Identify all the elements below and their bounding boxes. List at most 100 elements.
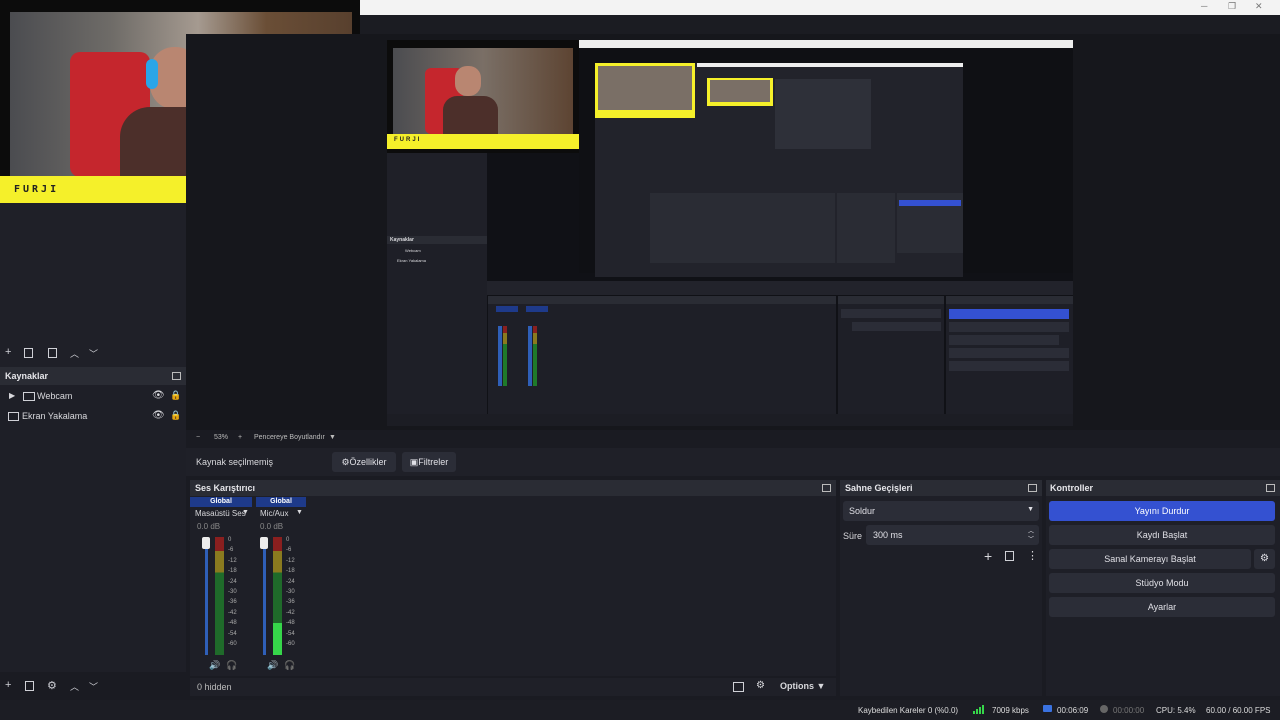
nested-transitions — [838, 296, 944, 414]
move-scene-up-button[interactable]: ︿ — [70, 347, 79, 360]
fps: 60.00 / 60.00 FPS — [1206, 706, 1271, 715]
source-item[interactable]: ▶ Webcam 👁 🔒 — [0, 388, 186, 404]
nested-controls — [946, 296, 1073, 414]
zoom-out-button[interactable]: − — [196, 434, 200, 441]
nested-source-label: Webcam — [405, 248, 421, 253]
speaker-icon[interactable]: 🔊 — [267, 660, 278, 671]
signal-icon — [973, 704, 984, 714]
zoom-in-button[interactable]: + — [238, 434, 242, 441]
undock-icon[interactable] — [822, 484, 831, 492]
volume-slider-track[interactable] — [263, 537, 266, 655]
scale-tick: 0 — [286, 537, 290, 543]
add-scene-button[interactable]: + — [5, 346, 11, 358]
gear-icon: ⚙ — [1260, 553, 1269, 564]
status-bar: Kaybedilen Kareler 0 (%0.0) 7009 kbps 00… — [0, 700, 1280, 720]
fit-to-window-label[interactable]: Pencereye Boyutlandır — [254, 434, 325, 441]
scale-tick: -12 — [286, 557, 295, 564]
stream-icon — [1043, 705, 1052, 712]
transition-menu-icon[interactable]: ⋮ — [1027, 549, 1038, 562]
studio-mode-button[interactable]: Stüdyo Modu — [1049, 573, 1275, 593]
remove-scene-button[interactable] — [24, 348, 33, 358]
channel-name[interactable]: Masaüstü Ses — [195, 509, 246, 518]
zoom-level: 53% — [214, 434, 229, 441]
record-icon — [1100, 705, 1108, 713]
scale-tick: -30 — [286, 589, 295, 596]
scale-tick: -42 — [228, 609, 237, 616]
start-recording-button[interactable]: Kaydı Başlat — [1049, 525, 1275, 545]
nested-mixer — [488, 296, 836, 414]
eye-icon[interactable]: 👁 — [152, 390, 165, 401]
nested-window-titlebar — [579, 40, 1073, 48]
stop-streaming-button[interactable]: Yayını Durdur — [1049, 501, 1275, 521]
bitrate: 7009 kbps — [992, 706, 1029, 715]
dropdown-icon[interactable]: ▼ — [296, 509, 303, 516]
duration-input[interactable]: 300 ms ︿ ﹀ — [866, 525, 1039, 545]
lock-icon[interactable]: 🔒 — [170, 410, 181, 421]
cpu-usage: CPU: 5.4% — [1156, 706, 1196, 715]
spin-down-icon[interactable]: ﹀ — [1028, 534, 1034, 543]
scale-tick: -24 — [286, 578, 295, 585]
scale-tick: -18 — [228, 568, 237, 575]
nested-brand: FURJI — [394, 137, 422, 143]
scale-tick: -18 — [286, 568, 295, 575]
volume-slider-handle[interactable] — [260, 537, 268, 549]
headphones-icon[interactable]: 🎧 — [284, 660, 295, 671]
scale-tick: -48 — [228, 620, 237, 627]
transition-select[interactable]: Soldur ▼ — [843, 501, 1039, 521]
minimize-button[interactable]: ─ — [1201, 1, 1207, 11]
mixer-footer: 0 hidden ⚙ Options ▼ — [190, 678, 836, 696]
transitions-title: Sahne Geçişleri — [845, 483, 913, 493]
title-bar — [360, 0, 1280, 15]
sources-header: Kaynaklar — [0, 367, 186, 385]
scale-tick: -54 — [228, 630, 237, 637]
channel-name[interactable]: Mic/Aux — [260, 509, 288, 518]
remove-source-button[interactable] — [25, 681, 34, 691]
undock-icon[interactable] — [172, 372, 181, 380]
nested-editor — [579, 48, 1073, 277]
monitor-icon — [8, 412, 19, 421]
undock-icon[interactable] — [1028, 484, 1037, 492]
filters-button[interactable]: ▣Filtreler — [402, 452, 456, 472]
add-transition-button[interactable]: + — [984, 548, 992, 564]
channel-volume-db: 0.0 dB — [260, 522, 284, 531]
source-item[interactable]: Ekran Yakalama 👁 🔒 — [0, 408, 186, 424]
scale-tick: -36 — [286, 599, 295, 606]
headphones-icon[interactable]: 🎧 — [226, 660, 237, 671]
move-source-up-button[interactable]: ︿ — [70, 680, 79, 693]
mixer-channel: Global Masaüstü Ses ▼ 0.0 dB 0 -6 -12 -1… — [190, 497, 252, 675]
eye-icon[interactable]: 👁 — [152, 410, 165, 421]
move-scene-down-button[interactable]: ﹀ — [89, 347, 98, 360]
nested-source-label: Ekran Yakalama — [397, 258, 426, 263]
speaker-icon[interactable]: 🔊 — [209, 660, 220, 671]
zoom-dropdown-icon[interactable]: ▼ — [329, 434, 336, 441]
volume-slider-handle[interactable] — [202, 537, 210, 549]
nested-sources-title: Kaynaklar — [390, 237, 414, 243]
source-properties-button[interactable]: ⚙ — [47, 679, 57, 692]
close-button[interactable]: ✕ — [1255, 1, 1263, 12]
scale-tick: -6 — [228, 547, 234, 554]
meter-scale: 0 -6 -12 -18 -24 -30 -36 -42 -48 -54 -60 — [228, 535, 244, 649]
options-button[interactable]: Options ▼ — [780, 681, 825, 691]
hidden-count: 0 hidden — [197, 682, 232, 692]
add-source-button[interactable]: + — [5, 679, 11, 691]
transitions-header: Sahne Geçişleri — [840, 480, 1042, 496]
advanced-audio-icon[interactable]: ⚙ — [756, 680, 765, 691]
remove-transition-button[interactable] — [1005, 551, 1014, 561]
scale-tick: -6 — [286, 547, 292, 554]
expand-icon[interactable]: ▶ — [9, 391, 15, 400]
volume-slider-track[interactable] — [205, 537, 208, 655]
scene-filters-button[interactable] — [48, 348, 57, 358]
layout-toggle-icon[interactable] — [733, 682, 744, 692]
virtual-camera-settings-button[interactable]: ⚙ — [1254, 549, 1275, 569]
virtual-camera-button[interactable]: Sanal Kamerayı Başlat — [1049, 549, 1251, 569]
settings-button[interactable]: Ayarlar — [1049, 597, 1275, 617]
restore-button[interactable]: ❐ — [1228, 1, 1236, 12]
lock-icon[interactable]: 🔒 — [170, 390, 181, 401]
record-time: 00:00:00 — [1113, 706, 1145, 715]
scale-tick: -36 — [228, 599, 237, 606]
dropdown-icon[interactable]: ▼ — [242, 509, 249, 516]
transition-selected: Soldur — [849, 506, 876, 516]
properties-button[interactable]: ⚙Özellikler — [332, 452, 396, 472]
undock-icon[interactable] — [1266, 484, 1275, 492]
move-source-down-button[interactable]: ﹀ — [89, 680, 98, 693]
